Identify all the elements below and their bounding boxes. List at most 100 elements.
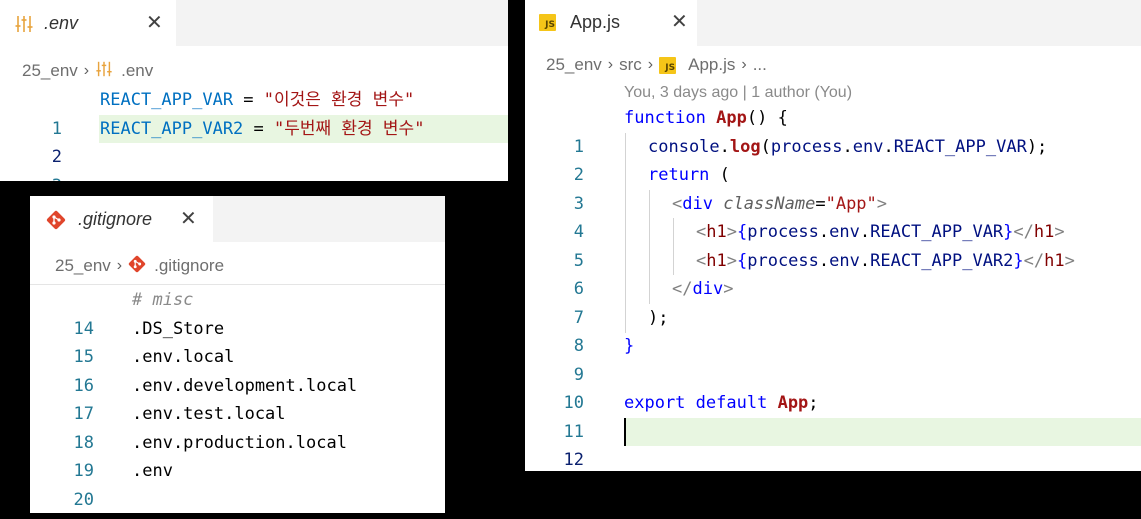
line-number: 3 xyxy=(0,172,62,182)
env-equals: = xyxy=(233,90,264,110)
js-icon: JS xyxy=(659,56,677,74)
token: } xyxy=(624,336,635,356)
close-icon[interactable]: ✕ xyxy=(146,12,163,32)
git-icon xyxy=(128,255,146,278)
ignore-entry: .DS_Store xyxy=(132,318,225,339)
token: . xyxy=(883,136,894,157)
code-line: 1 REACT_APP_VAR = "이것은 환경 변수" xyxy=(0,86,508,139)
token: App xyxy=(716,108,747,128)
code-line: 6 <h1>{process.env.REACT_APP_VAR2}</h1> xyxy=(525,247,1141,300)
token: console xyxy=(648,136,720,157)
token: . xyxy=(818,250,830,271)
token: } xyxy=(1003,222,1014,242)
settings-icon xyxy=(95,60,113,83)
env-key: REACT_APP_VAR2 xyxy=(100,118,244,139)
breadcrumb-file[interactable]: .gitignore xyxy=(154,256,224,276)
token: </ xyxy=(1013,222,1034,242)
code-line: 3 return ( xyxy=(525,161,1141,214)
git-blame-annotation[interactable]: You, 3 days ago | 1 author (You) xyxy=(624,84,852,102)
token: > xyxy=(1054,222,1065,242)
token: } xyxy=(1013,250,1024,271)
breadcrumb-file[interactable]: App.js xyxy=(688,55,735,75)
token: < xyxy=(696,222,707,242)
tab-appjs-label: App.js xyxy=(570,12,621,32)
close-icon[interactable]: ✕ xyxy=(671,11,688,31)
code-line: 18 .env.test.local xyxy=(30,400,445,453)
breadcrumb-folder[interactable]: 25_env xyxy=(546,55,602,75)
token: < xyxy=(672,193,683,214)
code-line: 15 .DS_Store xyxy=(30,315,445,368)
token: REACT_APP_VAR2 xyxy=(870,250,1014,271)
code-line: 16 .env.local xyxy=(30,343,445,396)
code-line: 12 xyxy=(525,418,1141,470)
token: App xyxy=(777,393,809,413)
breadcrumb: 25_env › .gitignore xyxy=(55,251,224,281)
token: > xyxy=(876,193,888,214)
gitignore-code-area[interactable]: 14 # misc 15 .DS_Store 16 .env.local 17 … xyxy=(30,286,445,513)
token: h1 xyxy=(706,222,727,242)
code-line: 10 xyxy=(525,361,1141,413)
token: () { xyxy=(746,108,788,128)
code-line: 9 } xyxy=(525,332,1141,385)
token: . xyxy=(842,136,853,157)
env-code-area[interactable]: 1 REACT_APP_VAR = "이것은 환경 변수" 2 REACT_AP… xyxy=(0,86,508,181)
chevron-right-icon: › xyxy=(607,56,614,73)
breadcrumb: 25_env › .env xyxy=(22,56,153,86)
token: REACT_APP_VAR xyxy=(893,136,1027,157)
token: > xyxy=(726,250,737,271)
token: > xyxy=(1064,250,1075,271)
env-tab-bar: .env ✕ xyxy=(0,0,508,46)
chevron-right-icon: › xyxy=(83,62,90,79)
token: . xyxy=(859,222,871,242)
breadcrumb-src[interactable]: src xyxy=(619,55,642,75)
divider xyxy=(30,284,445,285)
env-editor-panel: .env ✕ 25_env › .env 1 REACT_APP_VAR = "… xyxy=(0,0,508,181)
token: h1 xyxy=(706,250,727,271)
breadcrumb-file[interactable]: .env xyxy=(121,61,153,81)
close-icon[interactable]: ✕ xyxy=(180,208,197,228)
token: . xyxy=(859,250,871,271)
appjs-code-area[interactable]: 1 function App() { 2 console.log(process… xyxy=(525,104,1141,470)
js-icon: JS xyxy=(539,14,556,31)
code-line: 17 .env.development.local xyxy=(30,372,445,425)
token: h1 xyxy=(1044,250,1065,271)
token: log xyxy=(729,136,761,157)
token: ( xyxy=(760,136,771,157)
token: className xyxy=(723,193,816,214)
token: ); xyxy=(648,307,669,328)
line-number: 12 xyxy=(563,450,584,470)
env-equals: = xyxy=(243,118,275,139)
token: REACT_APP_VAR xyxy=(870,222,1004,242)
token: < xyxy=(696,250,707,271)
token: </ xyxy=(1023,250,1045,271)
token: "App" xyxy=(825,193,877,214)
token: </ xyxy=(672,279,693,299)
code-line: 5 <h1>{process.env.REACT_APP_VAR}</h1> xyxy=(525,218,1141,271)
breadcrumb-folder[interactable]: 25_env xyxy=(55,256,111,276)
tab-gitignore-label: .gitignore xyxy=(78,209,153,229)
code-line: 20 .env xyxy=(30,457,445,510)
token: ; xyxy=(808,393,819,413)
ignore-entry: .env xyxy=(132,461,173,481)
breadcrumb-folder[interactable]: 25_env xyxy=(22,61,78,81)
token: default xyxy=(695,393,768,413)
code-line: 21 xyxy=(30,486,445,514)
token: env xyxy=(829,250,860,271)
token: . xyxy=(818,222,830,242)
token: env xyxy=(852,136,884,157)
code-line: 11 export default App; xyxy=(525,389,1141,442)
tab-env[interactable]: .env ✕ xyxy=(0,0,176,46)
tab-appjs[interactable]: JS App.js ✕ xyxy=(525,0,697,46)
code-line: 14 # misc xyxy=(30,286,445,339)
token: > xyxy=(726,222,737,242)
token: { xyxy=(736,250,748,271)
tab-gitignore[interactable]: .gitignore ✕ xyxy=(30,196,213,242)
token: process xyxy=(747,250,819,271)
breadcrumb-more[interactable]: ... xyxy=(753,55,767,75)
code-line: 19 .env.production.local xyxy=(30,429,445,482)
code-line: 1 function App() { xyxy=(525,104,1141,157)
comment-text: # misc xyxy=(132,290,194,310)
token: process xyxy=(770,136,843,157)
